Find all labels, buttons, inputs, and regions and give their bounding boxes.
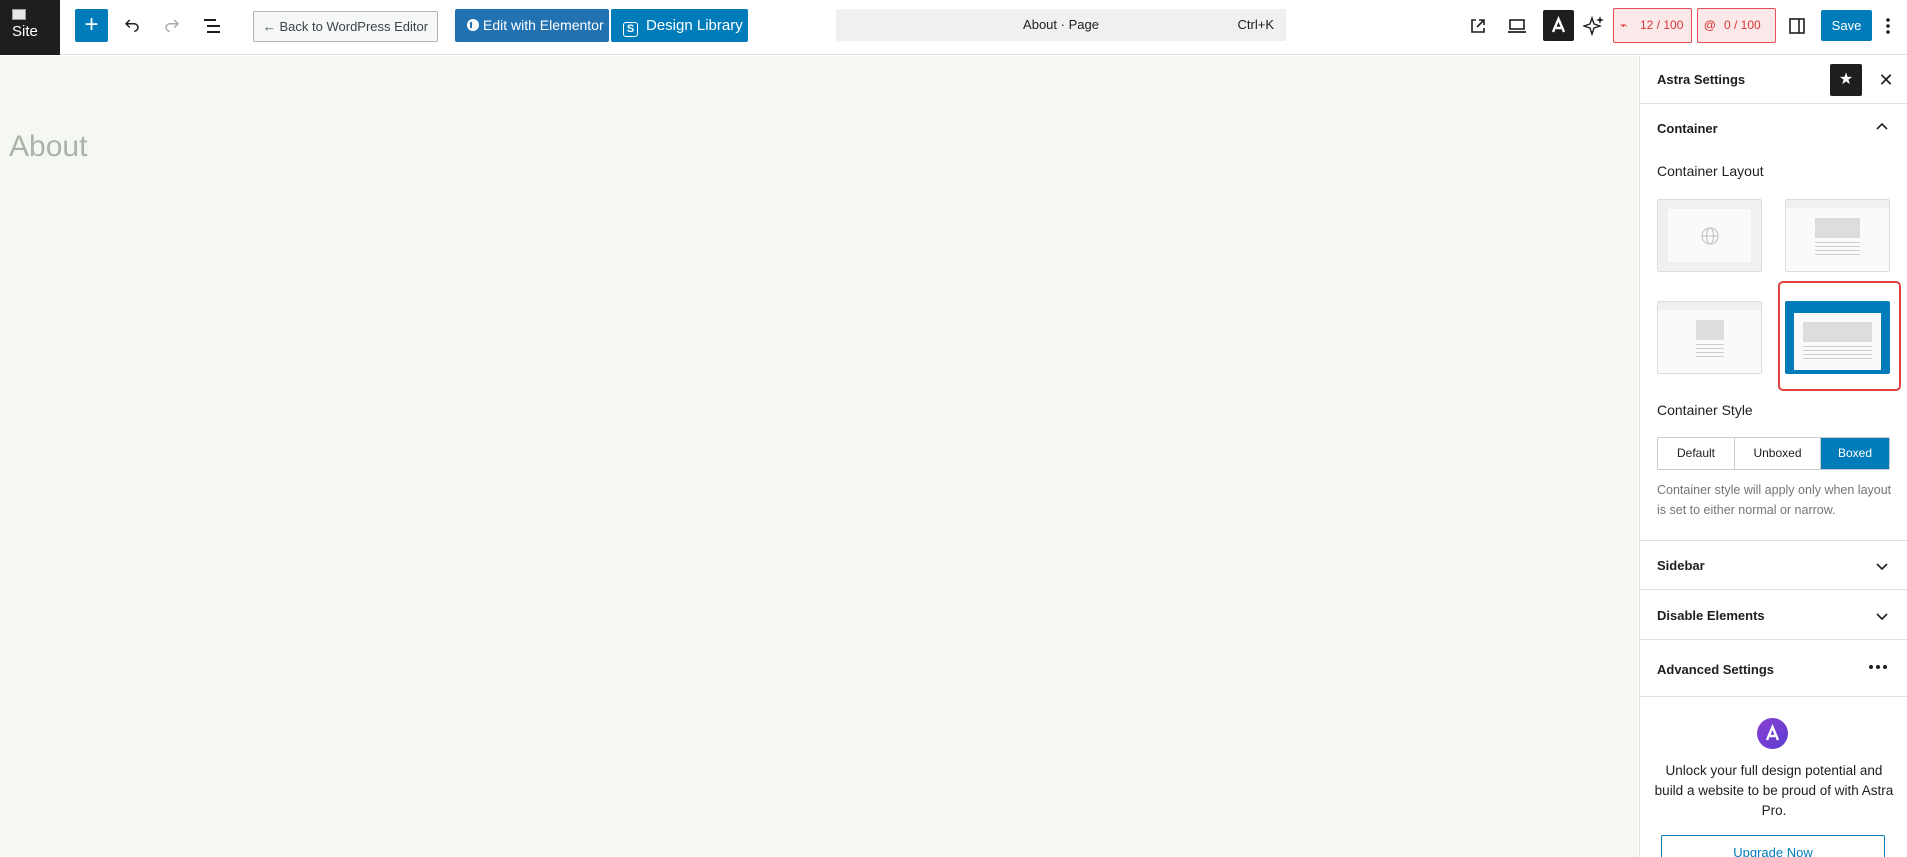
- sidebar-toggle-icon: [1789, 18, 1805, 34]
- editor-header: Site + ← Back to WordPress Editor Edit w…: [0, 0, 1907, 55]
- desktop-icon: [1508, 19, 1526, 33]
- device-preview-button[interactable]: [1501, 10, 1533, 42]
- divider: [1640, 639, 1907, 640]
- style-option-boxed[interactable]: Boxed: [1821, 438, 1889, 469]
- star-icon: ★: [1838, 71, 1854, 88]
- list-view-icon: [204, 19, 220, 33]
- view-page-button[interactable]: [1462, 10, 1494, 42]
- ai-assistant-button[interactable]: [1578, 10, 1610, 42]
- astra-pro-logo-icon: [1757, 718, 1788, 749]
- editor-canvas[interactable]: About: [0, 56, 1638, 857]
- selection-highlight: [1778, 281, 1901, 391]
- layout-preview-lines: [1696, 344, 1724, 345]
- seo-score-badge[interactable]: ⌁ 12 / 100: [1613, 8, 1692, 43]
- container-style-selector: Default Unboxed Boxed: [1657, 437, 1890, 470]
- plus-icon: +: [84, 11, 99, 38]
- container-style-label: Container Style: [1657, 402, 1753, 418]
- redo-button[interactable]: [156, 10, 188, 42]
- site-label: Site: [12, 23, 38, 40]
- elementor-icon: [467, 19, 479, 31]
- site-icon-button[interactable]: Site: [0, 0, 60, 55]
- back-to-wordpress-editor-button[interactable]: ← Back to WordPress Editor: [253, 11, 438, 42]
- readability-icon: @: [1704, 18, 1716, 32]
- container-style-help: Container style will apply only when lay…: [1657, 483, 1892, 517]
- page-title[interactable]: About: [9, 130, 87, 164]
- globe-icon: [1701, 227, 1719, 245]
- layout-preview-block: [1696, 320, 1724, 340]
- astra-settings-sidebar: Astra Settings ★ ✕ Container Container L…: [1639, 56, 1907, 857]
- layout-preview-block: [1815, 218, 1860, 238]
- chevron-up-icon[interactable]: [1875, 120, 1889, 134]
- astra-pro-promo-text: Unlock your full design potential and bu…: [1654, 763, 1894, 818]
- document-overview-button[interactable]: [196, 10, 228, 42]
- undo-button[interactable]: [116, 10, 148, 42]
- design-library-label: Design Library: [646, 17, 743, 34]
- container-panel-toggle[interactable]: Container: [1657, 121, 1718, 136]
- layout-option-normal[interactable]: [1785, 199, 1890, 272]
- chevron-down-icon[interactable]: [1875, 609, 1889, 623]
- sidebar-title: Astra Settings: [1657, 72, 1746, 87]
- disable-elements-panel-toggle[interactable]: Disable Elements: [1657, 608, 1765, 623]
- advanced-settings-panel-toggle[interactable]: Advanced Settings: [1657, 662, 1774, 677]
- layout-preview-lines: [1815, 242, 1860, 243]
- redo-icon: [165, 19, 180, 32]
- divider: [1640, 540, 1907, 541]
- close-icon: ✕: [1878, 70, 1894, 90]
- edit-with-elementor-button[interactable]: Edit with Elementor: [455, 9, 609, 42]
- external-link-icon: [1471, 19, 1485, 33]
- container-layout-label: Container Layout: [1657, 163, 1764, 179]
- broken-image-icon: [12, 9, 26, 20]
- close-sidebar-button[interactable]: ✕: [1870, 64, 1902, 96]
- sparkle-icon: [1583, 15, 1604, 37]
- toggle-settings-sidebar-button[interactable]: [1781, 10, 1813, 42]
- command-shortcut: Ctrl+K: [1237, 17, 1274, 32]
- undo-icon: [124, 19, 139, 32]
- document-title: About · Page: [1023, 17, 1099, 32]
- more-vertical-icon: [1886, 18, 1890, 34]
- style-option-default[interactable]: Default: [1658, 438, 1735, 469]
- design-library-icon: S: [623, 22, 638, 37]
- upgrade-now-button[interactable]: Upgrade Now: [1661, 835, 1885, 857]
- astra-logo-icon: [1551, 15, 1566, 33]
- readability-score-value: 0 / 100: [1724, 18, 1761, 32]
- chevron-down-icon[interactable]: [1875, 559, 1889, 573]
- layout-option-default[interactable]: [1657, 199, 1762, 272]
- pin-settings-button[interactable]: ★: [1830, 64, 1862, 96]
- edit-with-elementor-label: Edit with Elementor: [483, 17, 604, 33]
- style-option-unboxed[interactable]: Unboxed: [1735, 438, 1821, 469]
- more-horizontal-icon[interactable]: [1868, 664, 1888, 670]
- layout-option-narrow[interactable]: [1657, 301, 1762, 374]
- sidebar-header: Astra Settings ★ ✕: [1640, 56, 1907, 104]
- divider: [1640, 589, 1907, 590]
- command-palette-bar[interactable]: About · Page Ctrl+K: [836, 9, 1286, 41]
- options-menu-button[interactable]: [1878, 10, 1898, 42]
- astra-settings-button[interactable]: [1543, 10, 1574, 41]
- save-button[interactable]: Save: [1821, 10, 1872, 41]
- seo-score-value: 12 / 100: [1640, 18, 1684, 32]
- block-inserter-button[interactable]: +: [75, 9, 108, 42]
- divider: [1640, 696, 1907, 697]
- readability-score-badge[interactable]: @0 / 100: [1697, 8, 1776, 43]
- design-library-button[interactable]: S Design Library: [611, 9, 748, 42]
- sidebar-panel-toggle[interactable]: Sidebar: [1657, 558, 1705, 573]
- seo-chart-icon: ⌁: [1620, 18, 1628, 32]
